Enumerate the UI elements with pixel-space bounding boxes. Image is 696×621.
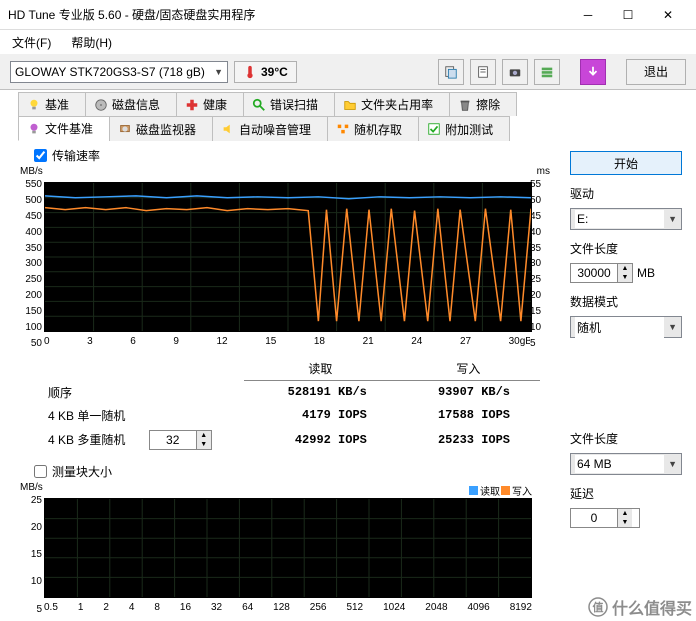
chevron-down-icon: ▼ — [668, 214, 677, 224]
watermark: 值 什么值得买 — [588, 595, 692, 619]
y-right-unit: ms — [537, 166, 550, 177]
tab-aam[interactable]: 自动噪音管理 — [212, 116, 328, 141]
titlebar: HD Tune 专业版 5.60 - 硬盘/固态硬盘实用程序 ─ ☐ ✕ — [0, 0, 696, 30]
row-4k-single: 4 KB 单一随机 4179 IOPS 17588 IOPS — [44, 404, 540, 427]
tab-diskinfo[interactable]: 磁盘信息 — [85, 92, 177, 116]
magnifier-icon — [252, 98, 266, 112]
filelen2-label: 文件长度 — [570, 430, 682, 447]
y-left-unit: MB/s — [20, 166, 43, 177]
window-title: HD Tune 专业版 5.60 - 硬盘/固态硬盘实用程序 — [8, 6, 568, 23]
copy-info-button[interactable] — [438, 59, 464, 85]
tab-extra[interactable]: 附加测试 — [418, 116, 510, 141]
menu-file[interactable]: 文件(F) — [6, 32, 57, 53]
watermark-icon: 值 — [588, 597, 608, 617]
chevron-down-icon: ▼ — [214, 67, 223, 77]
spin-down-icon[interactable]: ▼ — [618, 273, 632, 282]
menu-help[interactable]: 帮助(H) — [65, 32, 118, 53]
disk-icon — [94, 98, 108, 112]
close-button[interactable]: ✕ — [648, 1, 688, 29]
y-axis-2: 252015105 — [18, 496, 42, 615]
monitor-icon — [118, 122, 132, 136]
blocksize-plot-area — [44, 498, 532, 598]
row-4k-multi: 4 KB 多重随机 ▲▼ 42992 IOPS 25233 IOPS — [44, 427, 540, 453]
tabs-row-2: 文件基准 磁盘监视器 自动噪音管理 随机存取 附加测试 — [0, 116, 696, 141]
transfer-plot-area — [44, 182, 532, 332]
folder-icon — [343, 98, 357, 112]
minimize-button[interactable]: ─ — [568, 1, 608, 29]
blocksize-plot: MB/s 读取 写入 252015105 0.51248163264128256… — [44, 496, 532, 615]
svg-text:值: 值 — [592, 600, 603, 614]
tab-filebench[interactable]: 文件基准 — [18, 116, 110, 141]
checklist-icon — [427, 122, 441, 136]
x-axis-transfer: 036912151821242730gB — [44, 334, 532, 349]
main-panel: 传输速率 MB/s ms 550500450400350300250200150… — [14, 147, 560, 621]
tab-health[interactable]: 健康 — [176, 92, 244, 116]
col-write: 写入 — [397, 357, 540, 381]
drive-select-value: GLOWAY STK720GS3-S7 (718 gB) — [15, 65, 205, 79]
tabs-row-1: 基准 磁盘信息 健康 错误扫描 文件夹占用率 擦除 — [0, 90, 696, 116]
results-table: 读取 写入 顺序 528191 KB/s 93907 KB/s 4 KB 单一随… — [44, 357, 540, 453]
copy-text-button[interactable] — [470, 59, 496, 85]
thermometer-icon — [243, 65, 257, 79]
spin-up-icon[interactable]: ▲ — [618, 264, 632, 273]
y-axis-right: 555045403530252015105 — [530, 180, 554, 349]
legend: 读取 写入 — [469, 483, 532, 498]
blocksize-checkbox[interactable]: 测量块大小 — [34, 463, 560, 480]
random-icon — [336, 122, 350, 136]
drive-select[interactable]: GLOWAY STK720GS3-S7 (718 gB) ▼ — [10, 61, 228, 83]
tab-erase[interactable]: 擦除 — [449, 92, 517, 116]
tab-benchmark[interactable]: 基准 — [18, 92, 86, 116]
speaker-icon — [221, 122, 235, 136]
row-sequential: 顺序 528191 KB/s 93907 KB/s — [44, 381, 540, 404]
start-button[interactable]: 开始 — [570, 151, 682, 175]
delay-spinner[interactable]: ▲▼ — [570, 508, 640, 528]
spin-up-icon[interactable]: ▲ — [618, 509, 632, 518]
save-button[interactable] — [580, 59, 606, 85]
trash-icon — [458, 98, 472, 112]
lightbulb-purple-icon — [27, 122, 41, 136]
filelen2-combo[interactable]: 64 MB▼ — [570, 453, 682, 475]
filelen-label: 文件长度 — [570, 240, 682, 257]
transfer-checkbox[interactable]: 传输速率 — [34, 147, 560, 164]
filelen-unit: MB — [637, 266, 655, 280]
drive-label: 驱动 — [570, 185, 682, 202]
transfer-plot: MB/s ms 55050045040035030025020015010050… — [44, 180, 532, 349]
tab-errorscan[interactable]: 错误扫描 — [243, 92, 335, 116]
spin-down-icon[interactable]: ▼ — [197, 440, 211, 449]
spin-up-icon[interactable]: ▲ — [197, 431, 211, 440]
queue-depth-spinner[interactable]: ▲▼ — [149, 430, 212, 450]
spin-down-icon[interactable]: ▼ — [618, 518, 632, 527]
screenshot-button[interactable] — [502, 59, 528, 85]
filelen-spinner[interactable]: ▲▼ — [570, 263, 633, 283]
chevron-down-icon: ▼ — [668, 459, 677, 469]
x-axis-blocksize: 0.512481632641282565121024204840968192 — [44, 600, 532, 615]
drive-combo[interactable]: E:▼ — [570, 208, 682, 230]
chevron-down-icon: ▼ — [668, 322, 677, 332]
y-unit-2: MB/s — [20, 482, 43, 493]
tab-diskmon[interactable]: 磁盘监视器 — [109, 116, 213, 141]
plus-icon — [185, 98, 199, 112]
maximize-button[interactable]: ☐ — [608, 1, 648, 29]
lightbulb-icon — [27, 98, 41, 112]
content-panel: 传输速率 MB/s ms 550500450400350300250200150… — [0, 141, 696, 621]
y-axis-left: 55050045040035030025020015010050 — [18, 180, 42, 349]
temperature: 39°C — [234, 61, 297, 83]
side-panel: 开始 驱动 E:▼ 文件长度 ▲▼ MB 数据模式 随机▼ 文件长度 64 MB… — [570, 147, 682, 621]
delay-label: 延迟 — [570, 485, 682, 502]
datamode-combo[interactable]: 随机▼ — [570, 316, 682, 338]
exit-button[interactable]: 退出 — [626, 59, 686, 85]
toolbar: GLOWAY STK720GS3-S7 (718 gB) ▼ 39°C 退出 — [0, 54, 696, 90]
options-button[interactable] — [534, 59, 560, 85]
datamode-label: 数据模式 — [570, 293, 682, 310]
tab-folderusage[interactable]: 文件夹占用率 — [334, 92, 450, 116]
col-read: 读取 — [244, 357, 397, 381]
menubar: 文件(F) 帮助(H) — [0, 30, 696, 54]
tab-cache[interactable]: 随机存取 — [327, 116, 419, 141]
